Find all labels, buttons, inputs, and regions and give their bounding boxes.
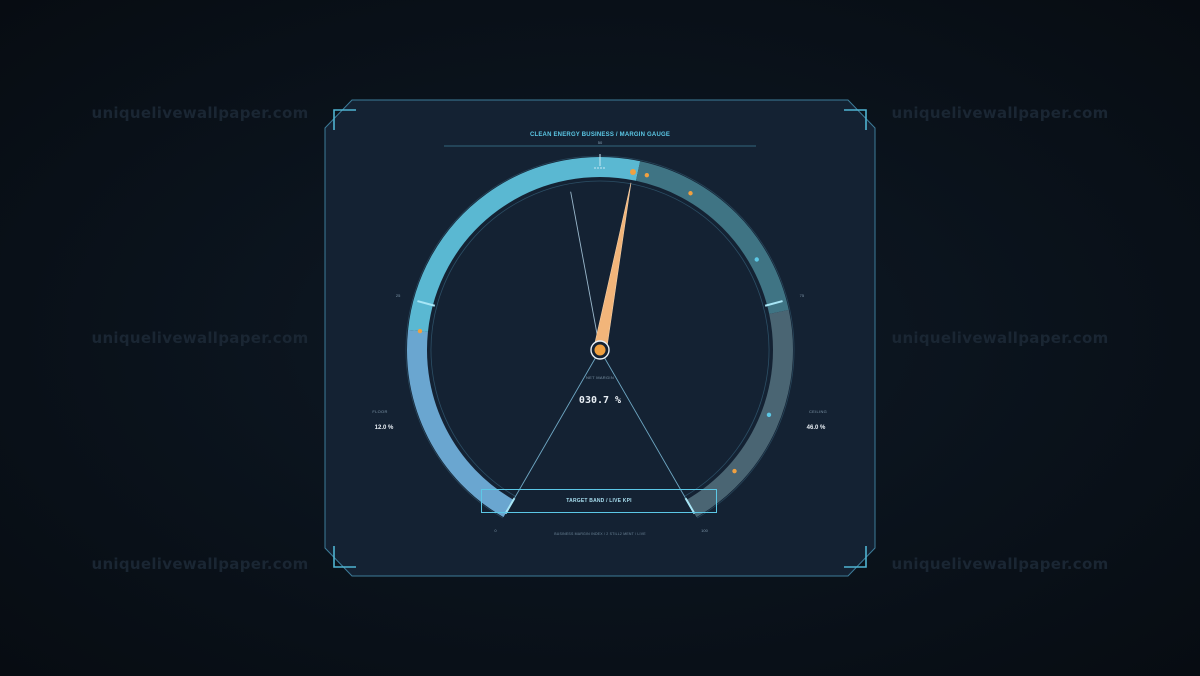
- panel-footer-text: BUSINESS MARGIN INDEX / 2 STILL2 MENT / …: [554, 532, 646, 536]
- ceiling-value: 46.0 %: [806, 425, 826, 431]
- stage: uniquelivewallpaper.com uniquelivewallpa…: [0, 0, 1200, 676]
- scale-label-75: 75: [799, 292, 805, 298]
- net-margin-label: NET MARGIN: [585, 375, 615, 380]
- target-band-button[interactable]: TARGET BAND / LIVE KPI: [481, 489, 717, 513]
- gauge-marker-1: [417, 328, 423, 334]
- panel-title: CLEAN ENERGY BUSINESS / MARGIN GAUGE: [529, 132, 671, 138]
- net-margin-value: 030.7 %: [578, 395, 622, 406]
- needle-tip-marker: [629, 169, 636, 176]
- gauge-panel-graphic: [324, 99, 876, 577]
- gauge-marker-3: [688, 191, 693, 196]
- scale-label-25: 25: [395, 292, 401, 298]
- needle-hub: [594, 344, 606, 356]
- gauge-marker-5: [766, 412, 772, 418]
- gauge-top-tick-label: 50: [597, 140, 603, 145]
- ceiling-label: CEILING: [808, 409, 828, 414]
- gauge-marker-6: [732, 468, 737, 474]
- floor-label: FLOOR: [372, 409, 388, 414]
- gauge-marker-2: [644, 172, 650, 178]
- gauge-marker-4: [754, 257, 759, 262]
- floor-value: 12.0 %: [374, 425, 394, 431]
